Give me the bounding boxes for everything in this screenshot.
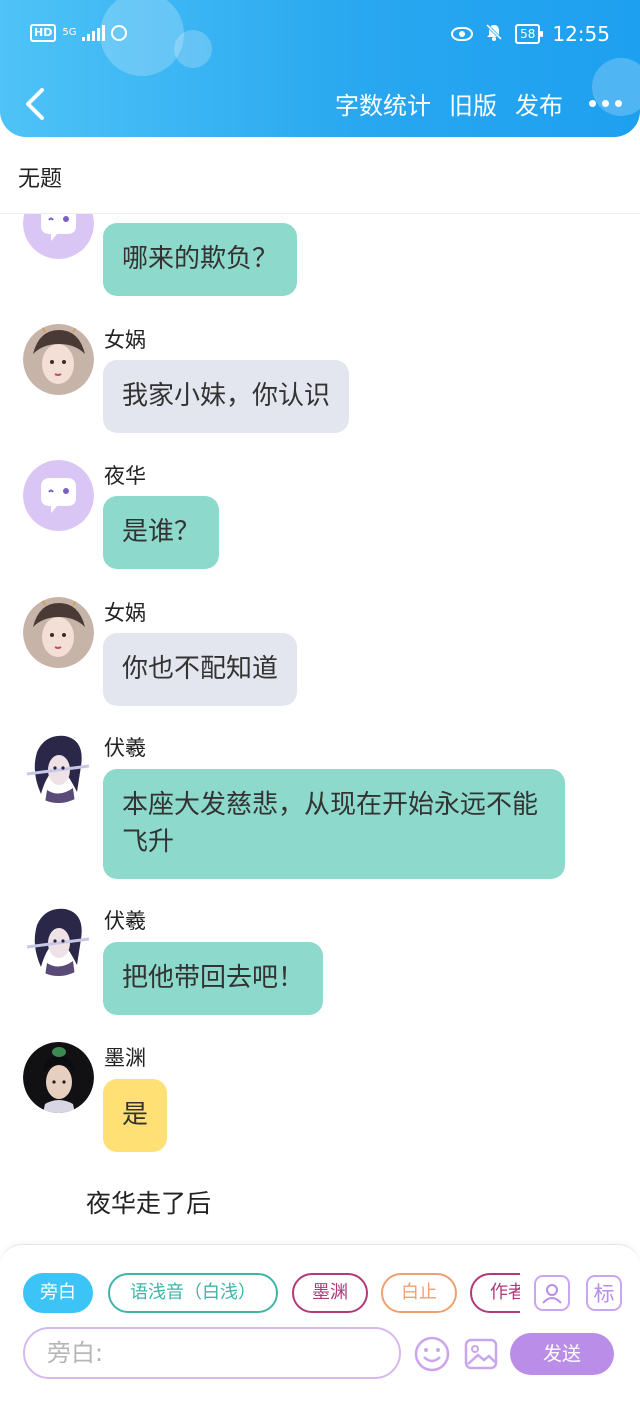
message-input[interactable] <box>23 1327 401 1379</box>
composer-panel: 旁白 语浅音（白浅） 墨渊 白止 作者 标 发送 <box>0 1244 640 1415</box>
image-button[interactable] <box>462 1335 500 1373</box>
ghost-avatar[interactable] <box>23 460 94 531</box>
clock: 12:55 <box>552 22 610 46</box>
old-version-button[interactable]: 旧版 <box>449 86 497 121</box>
message-bubble[interactable]: 本座大发慈悲，从现在开始永远不能飞升 <box>103 769 565 879</box>
document-title[interactable]: 无题 <box>18 161 62 193</box>
nav-bar: 字数统计 旧版 发布 <box>0 82 640 126</box>
message-bubble[interactable]: 你也不配知道 <box>103 633 298 706</box>
hd-icon: HD <box>30 24 57 42</box>
chip-role[interactable]: 语浅音（白浅） <box>108 1273 278 1313</box>
eye-icon <box>451 27 474 41</box>
chip-role[interactable]: 墨渊 <box>292 1273 368 1313</box>
fuxi-avatar[interactable] <box>23 732 94 803</box>
speaker-name: 女娲 <box>104 328 146 352</box>
role-chip-bar[interactable]: 旁白 语浅音（白浅） 墨渊 白止 作者 <box>0 1273 520 1315</box>
network-type: 5G <box>62 27 77 38</box>
speaker-name: 伏羲 <box>104 736 146 760</box>
ghost-avatar[interactable] <box>23 214 94 259</box>
publish-button[interactable]: 发布 <box>515 86 563 121</box>
speaker-name: 女娲 <box>104 601 146 625</box>
message-bubble[interactable]: 把他带回去吧！ <box>103 942 324 1015</box>
message-bubble[interactable]: 是谁？ <box>103 496 220 569</box>
image-icon <box>464 1338 498 1370</box>
chat-list[interactable]: 哪来的欺负？ 女娲 我家小妹，你认识 夜华 是谁？ 女娲 你也不配知道 伏羲 本… <box>0 214 640 1244</box>
nuwa-avatar[interactable] <box>23 597 94 668</box>
narration-text[interactable]: 夜华走了后 <box>86 1184 211 1220</box>
speaker-name: 伏羲 <box>104 909 146 933</box>
status-bar: HD 5G 58 12:55 <box>0 18 640 52</box>
moyuan-avatar[interactable] <box>23 1042 94 1113</box>
fuxi-avatar[interactable] <box>23 905 94 976</box>
send-button[interactable]: 发送 <box>510 1333 614 1375</box>
back-button[interactable] <box>22 84 52 124</box>
message-bubble[interactable]: 哪来的欺负？ <box>103 223 298 296</box>
wifi-icon <box>111 25 128 41</box>
app-header: HD 5G 58 12:55 字数统计 旧版 发布 <box>0 0 640 137</box>
message-bubble[interactable]: 是 <box>103 1079 168 1152</box>
nuwa-avatar[interactable] <box>23 324 94 395</box>
speaker-name: 墨渊 <box>104 1046 146 1070</box>
chip-narration[interactable]: 旁白 <box>23 1273 93 1313</box>
bell-off-icon <box>485 23 503 45</box>
word-count-button[interactable]: 字数统计 <box>335 86 431 121</box>
message-bubble[interactable]: 我家小妹，你认识 <box>103 360 350 433</box>
speaker-name: 夜华 <box>104 464 146 488</box>
more-dots-icon[interactable] <box>581 100 630 107</box>
signal-icon <box>82 25 106 41</box>
battery-icon: 58 <box>515 24 544 44</box>
emoji-button[interactable] <box>413 1335 451 1373</box>
smiley-icon <box>414 1336 450 1372</box>
role-card-button[interactable] <box>534 1275 570 1311</box>
person-card-icon <box>542 1284 562 1304</box>
chevron-left-icon <box>26 88 44 120</box>
mark-button[interactable]: 标 <box>586 1275 622 1311</box>
chip-role[interactable]: 白止 <box>381 1273 457 1313</box>
chip-role[interactable]: 作者 <box>470 1273 520 1313</box>
